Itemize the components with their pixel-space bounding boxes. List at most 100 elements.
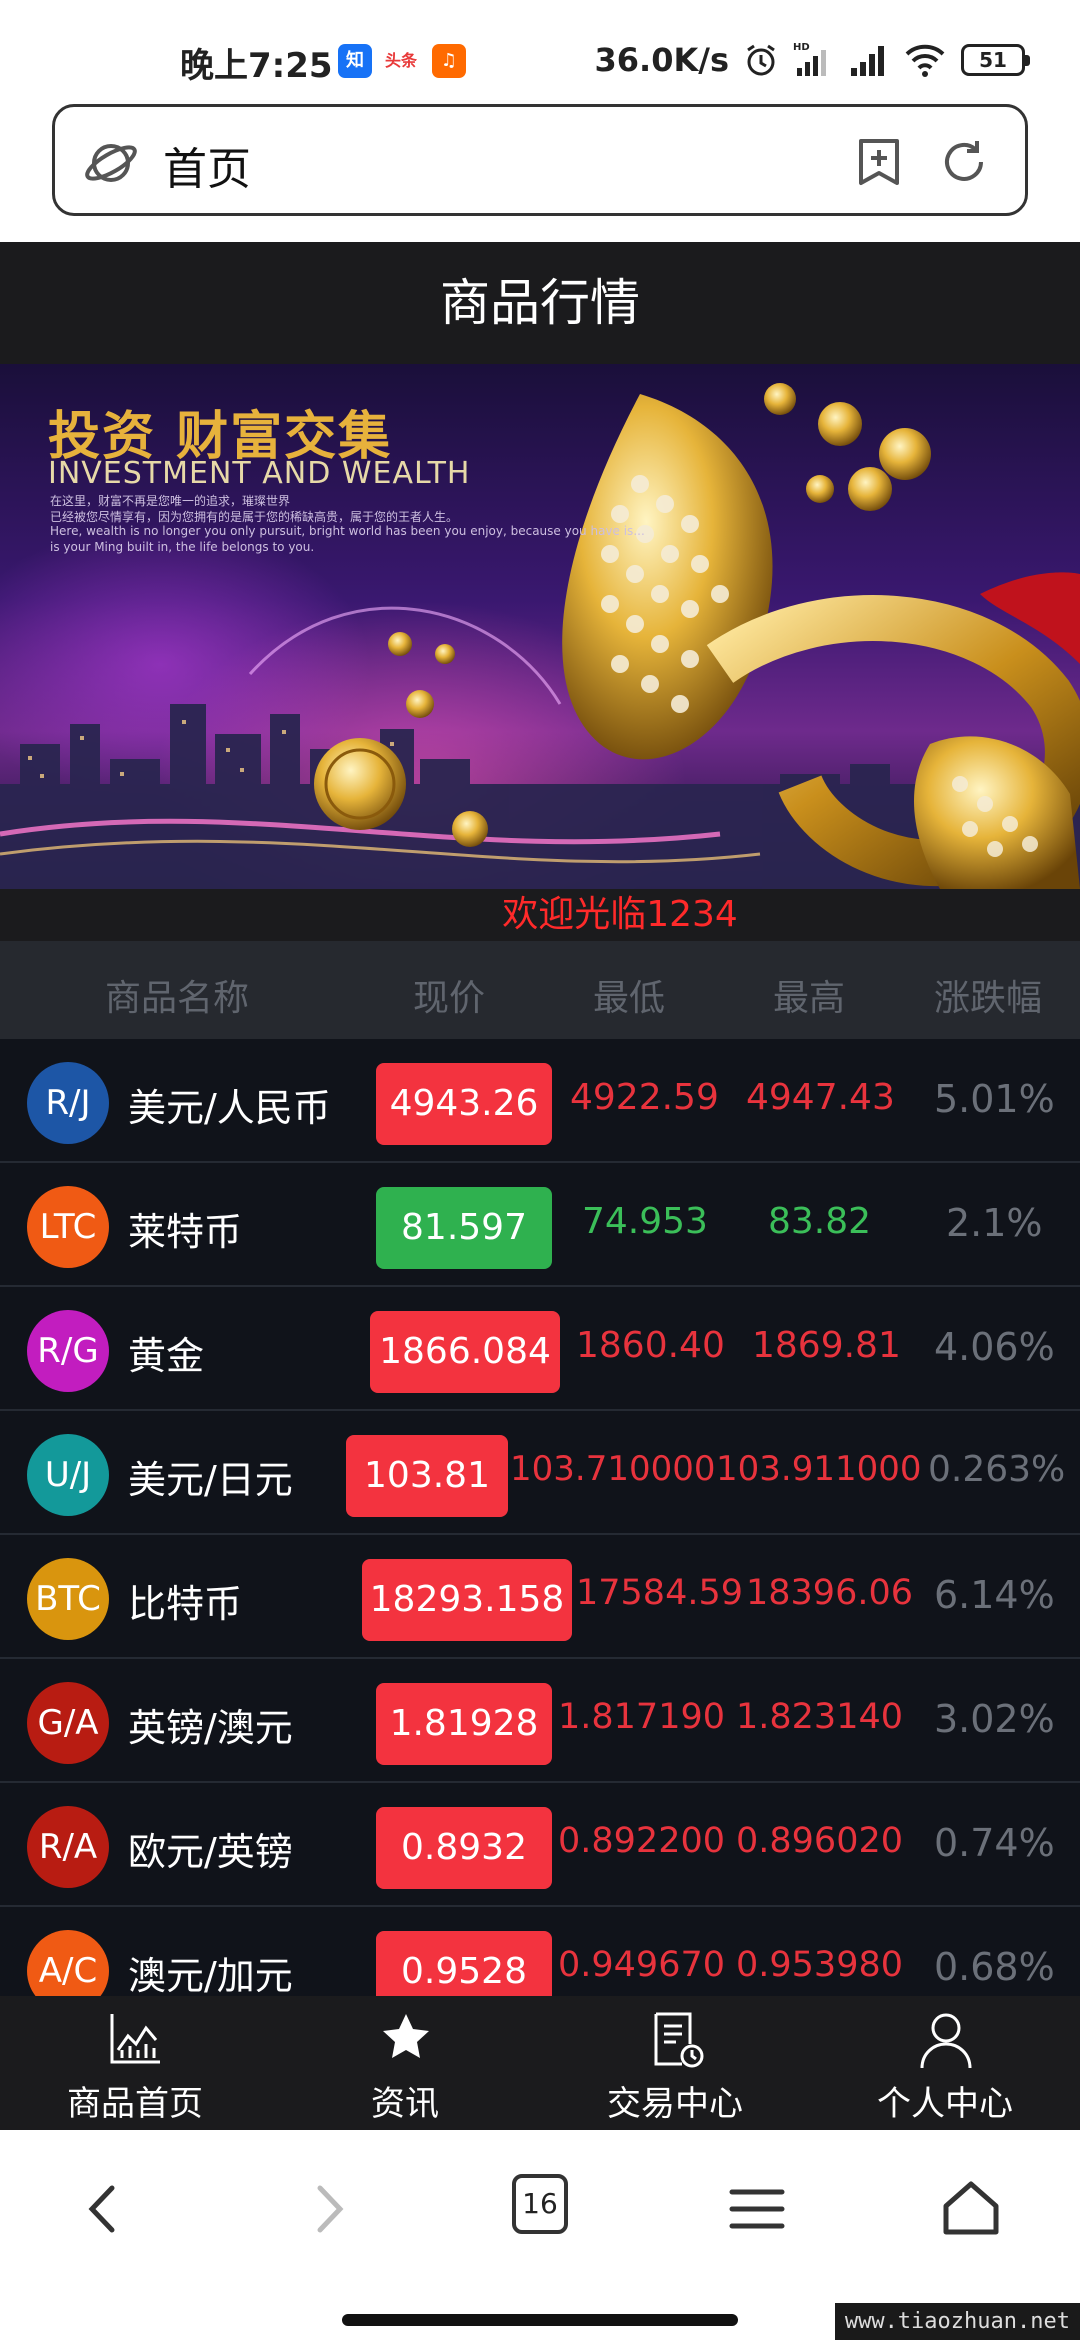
- current-price: 1.81928: [376, 1683, 552, 1765]
- back-icon[interactable]: [70, 2174, 140, 2244]
- column-header-name: 商品名称: [105, 978, 250, 1019]
- tabs-count-button[interactable]: 16: [512, 2174, 568, 2234]
- high-price: 4947.43: [746, 1077, 895, 1118]
- add-bookmark-icon[interactable]: [855, 137, 903, 187]
- column-header-change: 涨跌幅: [934, 978, 1043, 1019]
- current-price: 4943.26: [376, 1063, 552, 1145]
- current-price: 103.81: [346, 1435, 508, 1517]
- banner-text-line: is your Ming built in, the life belongs …: [50, 540, 315, 554]
- high-price: 103.911000: [716, 1449, 922, 1489]
- low-price: 1860.40: [576, 1325, 725, 1366]
- product-code-badge: BTC: [27, 1558, 109, 1640]
- current-price: 18293.158: [362, 1559, 572, 1641]
- product-code-badge: A/C: [27, 1930, 109, 1996]
- table-row[interactable]: U/J 美元/日元 103.81 103.710000 103.911000 0…: [0, 1411, 1080, 1535]
- table-row[interactable]: R/A 欧元/英镑 0.8932 0.892200 0.896020 0.74%: [0, 1783, 1080, 1907]
- low-price: 103.710000: [510, 1449, 716, 1489]
- low-price: 0.892200: [558, 1821, 726, 1861]
- nav-item-news[interactable]: 资讯: [270, 1996, 540, 2130]
- low-price: 4922.59: [570, 1077, 719, 1118]
- column-header-high: 最高: [773, 978, 846, 1019]
- product-code-badge: R/G: [27, 1310, 109, 1392]
- product-code-badge: U/J: [27, 1434, 109, 1516]
- bottom-navigation: 商品首页 资讯 交易中心 个人中心: [0, 1996, 1080, 2130]
- menu-icon[interactable]: [722, 2174, 792, 2244]
- toutiao-icon: 头条: [384, 44, 418, 78]
- watermark: www.tiaozhuan.net: [834, 2303, 1080, 2340]
- table-row[interactable]: BTC 比特币 18293.158 17584.59 18396.06 6.14…: [0, 1535, 1080, 1659]
- product-code-badge: G/A: [27, 1682, 109, 1764]
- nav-label: 资讯: [371, 2084, 439, 2124]
- high-price: 0.953980: [736, 1945, 904, 1985]
- forward-icon[interactable]: [292, 2174, 362, 2244]
- current-price: 1866.084: [370, 1311, 560, 1393]
- refresh-icon[interactable]: [939, 137, 989, 187]
- product-name: 欧元/英镑: [128, 1830, 293, 1874]
- address-bar[interactable]: 首页: [52, 104, 1028, 216]
- column-header-price: 现价: [413, 978, 486, 1019]
- table-row[interactable]: G/A 英镑/澳元 1.81928 1.817190 1.823140 3.02…: [0, 1659, 1080, 1783]
- document-clock-icon: [654, 2012, 704, 2068]
- nav-item-profile[interactable]: 个人中心: [810, 1996, 1080, 2130]
- signal-hd-icon: HD: [793, 42, 826, 76]
- change-percent: 3.02%: [934, 1697, 1055, 1741]
- nav-label: 交易中心: [607, 2084, 743, 2124]
- product-name: 美元/人民币: [128, 1086, 331, 1130]
- quotes-table: R/J 美元/人民币 4943.26 4922.59 4947.43 5.01%…: [0, 1039, 1080, 1996]
- promo-banner[interactable]: 投资 财富交集 INVESTMENT AND WEALTH 在这里，财富不再是您…: [0, 364, 1080, 889]
- table-row[interactable]: A/C 澳元/加元 0.9528 0.949670 0.953980 0.68%: [0, 1907, 1080, 1996]
- high-price: 1.823140: [736, 1697, 904, 1737]
- high-price: 18396.06: [746, 1573, 914, 1613]
- network-speed: 36.0K/s: [594, 41, 729, 79]
- status-time: 晚上7:25: [180, 46, 333, 86]
- url-text[interactable]: 首页: [163, 133, 251, 197]
- banner-subtitle: INVESTMENT AND WEALTH: [48, 456, 471, 491]
- table-row[interactable]: LTC 莱特币 81.597 74.953 83.82 2.1%: [0, 1163, 1080, 1287]
- low-price: 17584.59: [576, 1573, 744, 1613]
- status-bar: 晚上7:25 知 头条 ♫ 36.0K/s HD 51: [0, 0, 1080, 100]
- product-name: 比特币: [128, 1582, 243, 1626]
- low-price: 0.949670: [558, 1945, 726, 1985]
- product-name: 美元/日元: [128, 1458, 293, 1502]
- low-price: 74.953: [582, 1201, 708, 1242]
- change-percent: 2.1%: [946, 1201, 1043, 1245]
- home-indicator: [342, 2314, 738, 2326]
- high-price: 1869.81: [752, 1325, 901, 1366]
- table-row[interactable]: R/G 黄金 1866.084 1860.40 1869.81 4.06%: [0, 1287, 1080, 1411]
- banner-text-line: Here, wealth is no longer you only pursu…: [50, 524, 645, 538]
- taobao-icon: ♫: [432, 44, 466, 78]
- signal-icon: [851, 46, 884, 76]
- battery-indicator: 51: [961, 44, 1030, 76]
- star-icon: [383, 2014, 429, 2058]
- nav-label: 商品首页: [67, 2084, 203, 2124]
- nav-item-home[interactable]: 商品首页: [0, 1996, 270, 2130]
- page-title: 商品行情: [0, 242, 1080, 364]
- low-price: 1.817190: [558, 1697, 726, 1737]
- home-icon[interactable]: [936, 2174, 1006, 2244]
- product-name: 英镑/澳元: [128, 1706, 293, 1750]
- change-percent: 6.14%: [934, 1573, 1055, 1617]
- current-price: 81.597: [376, 1187, 552, 1269]
- product-code-badge: R/J: [27, 1062, 109, 1144]
- product-name: 莱特币: [128, 1210, 243, 1254]
- change-percent: 4.06%: [934, 1325, 1055, 1369]
- product-name: 澳元/加元: [128, 1954, 293, 1996]
- chart-icon: [110, 2014, 160, 2064]
- high-price: 0.896020: [736, 1821, 904, 1861]
- wifi-icon: [905, 44, 945, 77]
- high-price: 83.82: [768, 1201, 872, 1242]
- planet-icon: [85, 144, 137, 182]
- zhihu-icon: 知: [338, 44, 372, 78]
- product-code-badge: R/A: [27, 1806, 109, 1888]
- change-percent: 0.68%: [934, 1945, 1055, 1989]
- table-row[interactable]: R/J 美元/人民币 4943.26 4922.59 4947.43 5.01%: [0, 1039, 1080, 1163]
- product-code-badge: LTC: [27, 1186, 109, 1268]
- banner-text-line: 在这里，财富不再是您唯一的追求，璀璨世界: [50, 494, 291, 508]
- nav-item-trade[interactable]: 交易中心: [540, 1996, 810, 2130]
- change-percent: 0.263%: [928, 1449, 1066, 1490]
- current-price: 0.8932: [376, 1807, 552, 1889]
- alarm-icon: [747, 44, 775, 76]
- change-percent: 5.01%: [934, 1077, 1055, 1121]
- table-header: 商品名称 现价 最低 最高 涨跌幅: [0, 941, 1080, 1039]
- welcome-marquee: 欢迎光临1234: [0, 889, 1080, 941]
